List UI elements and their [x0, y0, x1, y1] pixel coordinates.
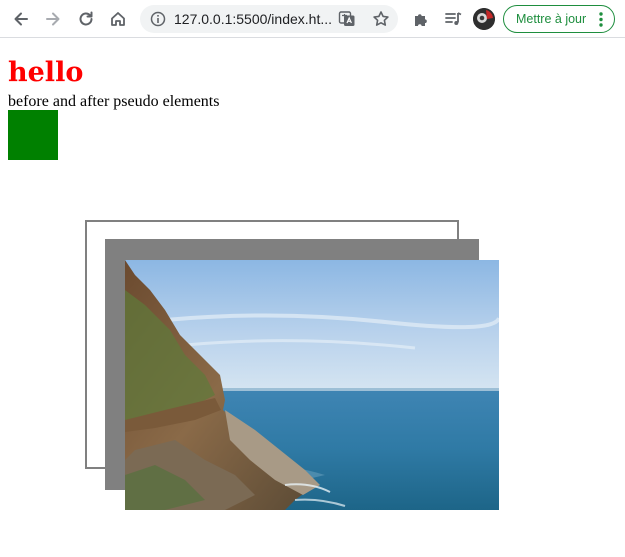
media-icon — [445, 12, 462, 25]
extensions-button[interactable] — [408, 6, 434, 32]
coastal-photo — [125, 260, 499, 510]
home-icon — [111, 12, 125, 26]
photo-image — [125, 260, 499, 510]
back-button[interactable] — [8, 6, 34, 32]
home-button[interactable] — [105, 6, 131, 32]
address-bar[interactable]: 127.0.0.1:5500/index.ht... — [140, 5, 398, 33]
back-arrow-icon — [14, 12, 28, 26]
forward-button[interactable] — [40, 6, 66, 32]
forward-arrow-icon — [46, 12, 60, 26]
profile-avatar[interactable] — [473, 8, 495, 30]
reload-button[interactable] — [73, 6, 99, 32]
page-heading: hello — [8, 57, 84, 88]
info-icon[interactable] — [150, 11, 166, 27]
url-text: 127.0.0.1:5500/index.ht... — [174, 11, 333, 27]
more-vert-icon — [599, 12, 603, 27]
extensions-icon — [415, 14, 427, 26]
page-subtitle: before and after pseudo elements — [8, 93, 220, 110]
update-button-label: Mettre à jour — [516, 12, 587, 26]
reload-icon — [79, 11, 93, 26]
media-button[interactable] — [440, 6, 466, 32]
page-content: hello before and after pseudo elements — [0, 39, 625, 557]
star-icon[interactable] — [372, 10, 390, 28]
translate-icon[interactable] — [338, 10, 356, 28]
green-box — [8, 110, 58, 160]
update-button[interactable]: Mettre à jour — [503, 5, 615, 33]
browser-toolbar: 127.0.0.1:5500/index.ht... Mettre à jour — [0, 0, 625, 38]
